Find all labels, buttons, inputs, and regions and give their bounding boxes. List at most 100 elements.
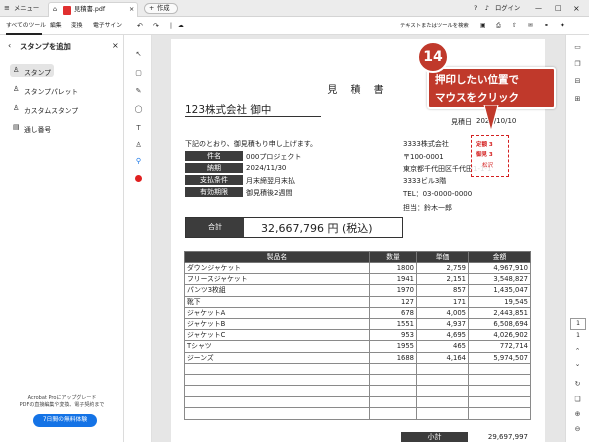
ai-icon[interactable]: ✦ <box>560 17 565 35</box>
free-trial-button[interactable]: 7日間の無料体験 <box>33 414 97 427</box>
product-cell <box>184 362 370 375</box>
table-row <box>184 407 531 420</box>
qty-cell: 1688 <box>369 351 417 364</box>
unit-price-cell <box>416 373 469 387</box>
mail-icon[interactable]: ✉ <box>528 17 533 35</box>
table-row: ジャケットA 678 4,005 2,443,851 <box>184 306 531 319</box>
custom-stamp-icon: ♙ <box>13 104 20 112</box>
company-tel: TEL：03-0000-0000 <box>403 190 473 198</box>
lasso-icon[interactable]: ◯ <box>133 105 144 114</box>
document-tab[interactable]: ⌂ 見積書.pdf × <box>48 2 138 17</box>
comment-icon[interactable]: ▭ <box>572 43 583 52</box>
company-postal: 〒100-0001 <box>403 153 444 161</box>
tool-search-label[interactable]: テキストまたはツールを検索 <box>400 17 469 35</box>
company-name: 3333株式会社 <box>403 140 449 148</box>
undo-icon[interactable]: ↶ <box>137 17 143 35</box>
unit-price-cell: 465 <box>416 340 469 353</box>
bell-icon[interactable]: ♪ <box>485 0 489 17</box>
amount-cell <box>468 407 531 420</box>
subtotal-row: 小計 29,697,997 <box>401 432 530 442</box>
hamburger-icon[interactable]: ≡ <box>4 0 10 17</box>
stamp-panel: ‹ スタンプを追加 × ♙ スタンプ ♙ スタンプパレット ♙ カスタムスタンプ… <box>0 35 124 442</box>
redo-icon[interactable]: ↷ <box>153 17 159 35</box>
stamp-item-label[interactable]: スタンプ <box>24 67 51 77</box>
menu-label[interactable]: メニュー <box>14 0 39 17</box>
product-cell <box>184 396 370 409</box>
callout-box: 押印したい位置で マウスをクリック <box>427 67 556 109</box>
product-cell: ジャケットB <box>184 317 370 331</box>
amount-cell: 6,508,694 <box>468 317 531 331</box>
amount-cell: 3,548,827 <box>468 273 531 286</box>
intro-text: 下記のとおり、御見積もり申し上げます。 <box>185 140 318 148</box>
zoom-in-icon[interactable]: ⊕ <box>572 410 583 419</box>
copy-icon[interactable]: ❏ <box>572 395 583 404</box>
page-down-icon[interactable]: ⌄ <box>572 360 583 369</box>
menu-convert[interactable]: 変換 <box>71 17 83 35</box>
pen-icon[interactable]: ✎ <box>133 87 144 96</box>
product-cell <box>184 373 370 387</box>
color-swatch[interactable] <box>135 175 142 182</box>
close-panel-icon[interactable]: × <box>112 41 119 50</box>
pin-icon[interactable]: ⚲ <box>133 157 144 166</box>
promo-line-2: PDFの直接編集や変換、電子契約まで <box>19 402 105 408</box>
document-viewer: 見 積 書 123株式会社 御中 見積日 2024/10/10 下記のとおり、御… <box>152 35 565 442</box>
home-icon[interactable]: ⌂ <box>53 3 57 17</box>
new-tab-button[interactable]: + 作成 <box>144 3 178 14</box>
upload-icon[interactable]: ⇧ <box>512 17 517 35</box>
custom-stamp-label[interactable]: カスタムスタンプ <box>24 105 78 115</box>
serial-number-label[interactable]: 通し番号 <box>24 124 51 134</box>
stamp-placeholder[interactable]: 定額 3 御見 3 松沢 <box>471 135 509 177</box>
product-cell: フリースジャケット <box>184 273 370 286</box>
subtotal-value: 29,697,997 <box>487 433 528 441</box>
unit-price-cell <box>416 362 469 375</box>
qty-cell: 1800 <box>369 261 417 275</box>
zoom-out-icon[interactable]: ⊖ <box>572 425 583 434</box>
qty-cell: 1551 <box>369 317 417 331</box>
panel-title: スタンプを追加 <box>20 42 71 51</box>
page-number-box[interactable]: 1 <box>570 318 586 330</box>
login-label[interactable]: ログイン <box>495 0 520 17</box>
qty-cell: 678 <box>369 306 417 319</box>
stamp-line: 松沢 <box>482 163 494 169</box>
table-row: ダウンジャケット 1800 2,759 4,967,910 <box>184 261 531 275</box>
stamp-tool-icon[interactable]: ♙ <box>133 141 144 150</box>
menu-esign[interactable]: 電子サイン <box>93 17 122 35</box>
minimize-icon[interactable]: — <box>535 0 542 17</box>
add-comment-icon[interactable]: ▢ <box>133 69 144 78</box>
save-icon[interactable]: ▣ <box>480 17 485 35</box>
attachment-icon[interactable]: ⊞ <box>572 95 583 104</box>
total-value: 32,667,796 円 (税込) <box>261 222 373 235</box>
table-row: ジーンズ 1688 4,164 5,974,507 <box>184 351 531 364</box>
stamp-line: 定額 3 <box>476 142 493 148</box>
thumbnails-icon[interactable]: ❐ <box>572 60 583 69</box>
subtotal-label: 小計 <box>401 432 468 442</box>
refresh-icon[interactable]: ↻ <box>572 380 583 389</box>
unit-price-cell <box>416 396 469 409</box>
qty-cell: 1970 <box>369 284 417 297</box>
qty-cell <box>369 385 417 398</box>
amount-cell: 772,714 <box>468 340 531 353</box>
cursor-icon[interactable]: ↖ <box>133 50 144 59</box>
info-value: 御見積後2週間 <box>246 189 293 197</box>
product-cell: パンツ3枚組 <box>184 284 370 297</box>
cloud-icon[interactable]: ☁ <box>178 17 184 35</box>
table-row: パンツ3枚組 1970 857 1,435,047 <box>184 284 531 297</box>
close-tab-icon[interactable]: × <box>129 3 134 17</box>
product-cell: ジャケットA <box>184 306 370 319</box>
amount-cell: 4,026,902 <box>468 329 531 342</box>
menu-edit[interactable]: 編集 <box>50 17 62 35</box>
product-cell <box>184 407 370 420</box>
bookmark-icon[interactable]: ⊟ <box>572 77 583 86</box>
stamp-line: 御見 3 <box>476 152 493 158</box>
text-box-icon[interactable]: T <box>133 124 144 133</box>
page-up-icon[interactable]: ⌃ <box>572 347 583 356</box>
maximize-icon[interactable]: □ <box>555 0 562 17</box>
qty-cell: 127 <box>369 295 417 308</box>
help-icon[interactable]: ? <box>474 0 477 17</box>
print-icon[interactable]: ⎙ <box>496 17 501 35</box>
link-icon[interactable]: ⚭ <box>544 17 549 35</box>
close-window-icon[interactable]: × <box>573 0 580 17</box>
stamp-palette-label[interactable]: スタンプパレット <box>24 86 78 96</box>
back-arrow-icon[interactable]: ‹ <box>8 41 11 50</box>
unit-price-cell: 4,164 <box>416 351 469 364</box>
